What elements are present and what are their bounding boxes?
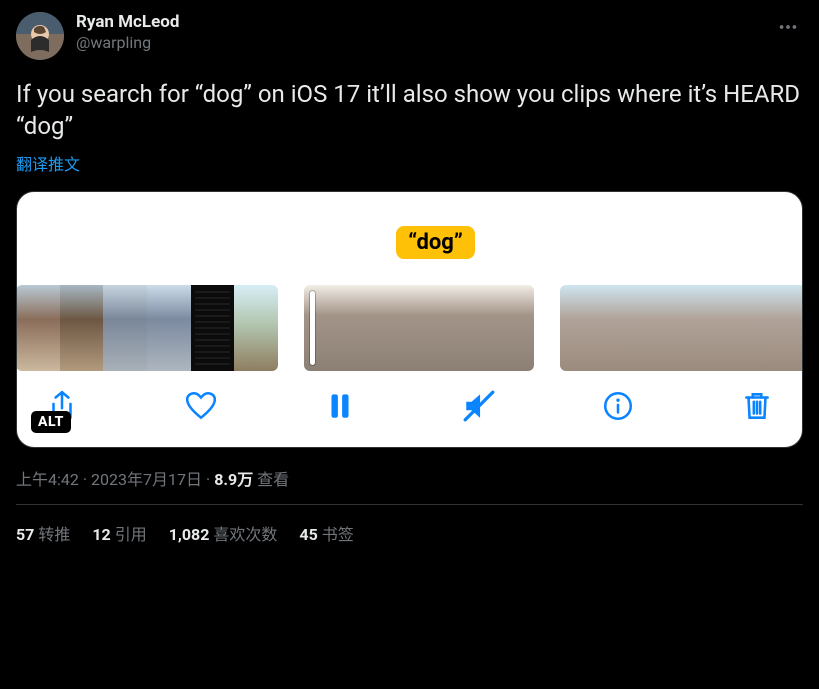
views-count[interactable]: 8.9万 xyxy=(214,470,253,489)
timeline-frame xyxy=(17,285,60,371)
timeline-frame xyxy=(419,285,477,371)
timeline-frame xyxy=(647,285,690,371)
clip-group-2[interactable] xyxy=(304,285,534,371)
timeline-frame xyxy=(733,285,776,371)
display-name[interactable]: Ryan McLeod xyxy=(76,12,179,33)
pause-icon[interactable] xyxy=(323,389,357,423)
heart-icon[interactable] xyxy=(184,389,218,423)
timeline-frame xyxy=(560,285,603,371)
user-handle[interactable]: @warpling xyxy=(76,33,179,53)
tweet-container: Ryan McLeod @warpling If you search for … xyxy=(0,0,819,545)
timeline-frame xyxy=(60,285,104,371)
trash-icon[interactable] xyxy=(740,389,774,423)
timeline-frame xyxy=(690,285,733,371)
info-icon[interactable] xyxy=(601,389,635,423)
caption-bubble: “dog” xyxy=(396,226,475,259)
timeline-frame xyxy=(777,285,802,371)
tweet-header: Ryan McLeod @warpling xyxy=(16,12,803,60)
tweet-text: If you search for “dog” on iOS 17 it’ll … xyxy=(16,78,803,143)
tweet-date[interactable]: 2023年7月17日 xyxy=(91,470,202,489)
media-toolbar xyxy=(17,371,802,427)
stat-retweets[interactable]: 57转推 xyxy=(16,521,70,545)
media-inner: “dog” xyxy=(17,192,802,447)
playhead[interactable] xyxy=(310,291,315,365)
media-attachment[interactable]: “dog” xyxy=(16,191,803,448)
views-label: 查看 xyxy=(257,470,289,489)
stat-quotes[interactable]: 12引用 xyxy=(92,521,146,545)
tweet-time[interactable]: 上午4:42 xyxy=(16,470,79,489)
more-options-button[interactable] xyxy=(773,12,803,42)
tweet-meta: 上午4:42·2023年7月17日·8.9万 查看 xyxy=(16,466,803,490)
avatar[interactable] xyxy=(16,12,64,60)
video-timeline[interactable] xyxy=(17,285,802,371)
caption-row: “dog” xyxy=(17,226,802,259)
timeline-frame xyxy=(234,285,278,371)
stat-bookmarks[interactable]: 45书签 xyxy=(299,521,353,545)
timeline-frame xyxy=(362,285,420,371)
stats-row: 57转推 12引用 1,082喜欢次数 45书签 xyxy=(16,505,803,545)
alt-badge[interactable]: ALT xyxy=(31,411,71,433)
clip-group-1[interactable] xyxy=(17,285,278,371)
timeline-frame xyxy=(477,285,535,371)
timeline-frame xyxy=(147,285,191,371)
user-block: Ryan McLeod @warpling xyxy=(76,12,179,53)
timeline-frame xyxy=(103,285,147,371)
stat-likes[interactable]: 1,082喜欢次数 xyxy=(169,521,278,545)
timeline-frame xyxy=(191,285,235,371)
translate-link[interactable]: 翻译推文 xyxy=(16,151,80,175)
mute-icon[interactable] xyxy=(462,389,496,423)
clip-group-3[interactable] xyxy=(560,285,802,371)
timeline-frame xyxy=(603,285,646,371)
